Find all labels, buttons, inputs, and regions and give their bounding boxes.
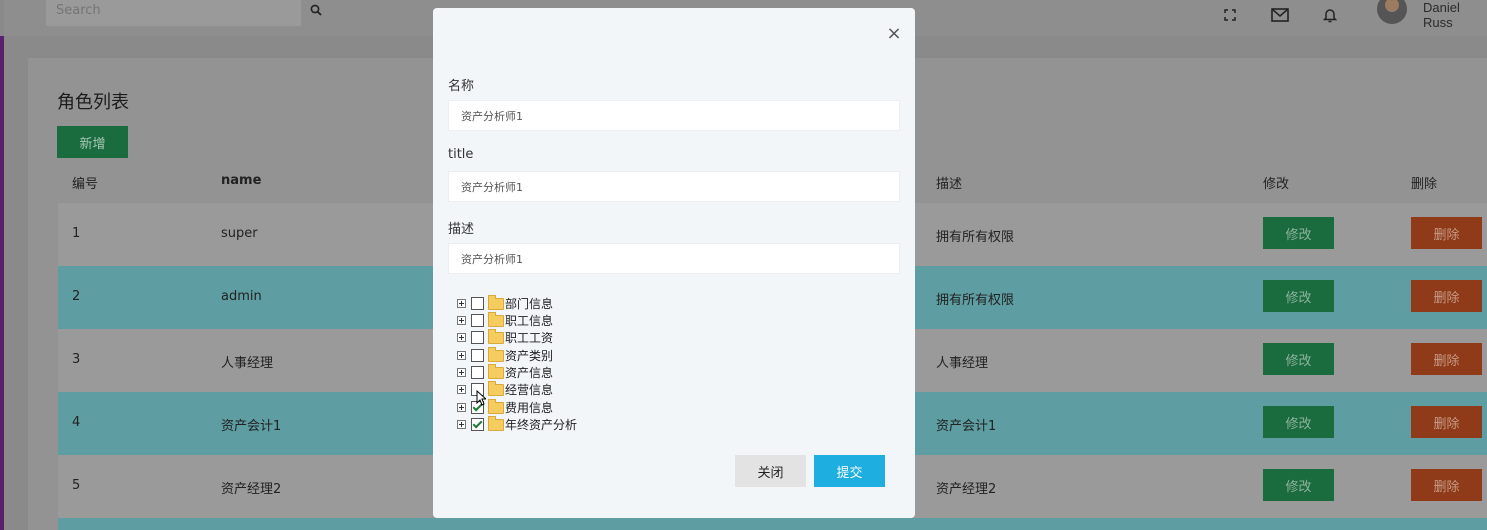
name-label: 名称 [448, 79, 475, 94]
edit-button[interactable]: 修改 [1263, 469, 1334, 501]
tree-node: 年终资产分析 [457, 416, 657, 433]
folder-icon [488, 364, 504, 379]
expand-icon[interactable] [457, 385, 466, 394]
search-button[interactable] [304, 0, 328, 20]
desc-input[interactable] [448, 243, 900, 274]
folder-icon [488, 295, 504, 310]
tree-node-label[interactable]: 费用信息 [505, 399, 553, 416]
tree-node: 资产信息 [457, 364, 657, 381]
cell-id: 1 [72, 226, 81, 241]
expand-icon[interactable] [457, 403, 466, 412]
avatar[interactable] [1377, 0, 1407, 24]
edit-button[interactable]: 修改 [1263, 280, 1334, 312]
header-id: 编号 [72, 177, 99, 192]
expand-icon[interactable] [457, 316, 466, 325]
tree-node: 部门信息 [457, 295, 657, 312]
cell-id: 2 [72, 289, 81, 304]
cell-desc: 资产经理2 [936, 482, 997, 497]
cell-name: super [221, 226, 258, 241]
tree-node-label[interactable]: 部门信息 [505, 295, 553, 312]
folder-icon [488, 416, 504, 431]
cell-name: 资产会计1 [221, 419, 282, 434]
folder-icon [488, 329, 504, 344]
edit-button[interactable]: 修改 [1263, 406, 1334, 438]
search-box [46, 0, 322, 26]
desc-label: 描述 [448, 222, 475, 237]
tree-node: 经营信息 [457, 381, 657, 398]
delete-button[interactable]: 删除 [1411, 469, 1482, 501]
tree-node-label[interactable]: 资产信息 [505, 364, 553, 381]
checkbox[interactable] [471, 297, 484, 310]
expand-icon[interactable] [457, 420, 466, 429]
header-desc: 描述 [936, 177, 963, 192]
bell-icon[interactable] [1319, 4, 1341, 26]
tree-node-label[interactable]: 职工工资 [505, 329, 553, 346]
cell-id: 3 [72, 352, 81, 367]
tree-node-label[interactable]: 经营信息 [505, 381, 553, 398]
close-button[interactable]: 关闭 [735, 455, 806, 487]
cell-desc: 拥有所有权限 [936, 293, 1015, 308]
tree-node-label[interactable]: 年终资产分析 [505, 416, 577, 433]
tree-node-label[interactable]: 资产类别 [505, 347, 553, 364]
folder-icon [488, 381, 504, 396]
checkbox-checked[interactable] [471, 418, 484, 431]
name-input[interactable] [448, 100, 900, 131]
cell-name: admin [221, 289, 262, 304]
cell-id: 4 [72, 415, 81, 430]
expand-icon[interactable] [457, 368, 466, 377]
expand-icon[interactable] [457, 299, 466, 308]
fullscreen-icon[interactable] [1219, 4, 1241, 26]
mail-icon[interactable] [1269, 4, 1291, 26]
tree-node: 资产类别 [457, 347, 657, 364]
expand-icon[interactable] [457, 333, 466, 342]
tree-node: 职工信息 [457, 312, 657, 329]
delete-button[interactable]: 删除 [1411, 406, 1482, 438]
header-edit: 修改 [1263, 177, 1290, 192]
submit-button[interactable]: 提交 [814, 455, 885, 487]
header-delete: 删除 [1411, 177, 1438, 192]
title-input[interactable] [448, 171, 900, 202]
mouse-cursor-icon [476, 390, 486, 406]
cell-name: 资产经理2 [221, 482, 282, 497]
search-input[interactable] [54, 2, 208, 19]
checkbox[interactable] [471, 331, 484, 344]
edit-button[interactable]: 修改 [1263, 217, 1334, 249]
add-role-button[interactable]: 新增 [57, 126, 128, 158]
edit-role-modal: × 名称 title 描述 部门信息 职工信息 职工工资 资产类别 [433, 8, 915, 518]
expand-icon[interactable] [457, 351, 466, 360]
cell-name: 人事经理 [221, 356, 274, 371]
tree-node: 费用信息 [457, 399, 657, 416]
table-row [58, 518, 1487, 530]
tree-node: 职工工资 [457, 329, 657, 346]
delete-button[interactable]: 删除 [1411, 280, 1482, 312]
checkbox[interactable] [471, 349, 484, 362]
sidebar-edge [0, 36, 4, 530]
folder-icon [488, 347, 504, 362]
folder-icon [488, 312, 504, 327]
cell-desc: 拥有所有权限 [936, 230, 1015, 245]
delete-button[interactable]: 删除 [1411, 343, 1482, 375]
title-label: title [448, 147, 474, 162]
page-title: 角色列表 [57, 92, 129, 113]
header-name: name [221, 173, 262, 188]
cell-desc: 人事经理 [936, 356, 989, 371]
cell-desc: 资产会计1 [936, 419, 997, 434]
folder-icon [488, 399, 504, 414]
edit-button[interactable]: 修改 [1263, 343, 1334, 375]
close-icon[interactable]: × [886, 23, 901, 44]
tree-node-label[interactable]: 职工信息 [505, 312, 553, 329]
delete-button[interactable]: 删除 [1411, 217, 1482, 249]
cell-id: 5 [72, 478, 81, 493]
checkbox[interactable] [471, 366, 484, 379]
user-name[interactable]: Daniel Russ [1423, 0, 1487, 30]
search-icon [310, 4, 322, 16]
checkbox[interactable] [471, 314, 484, 327]
